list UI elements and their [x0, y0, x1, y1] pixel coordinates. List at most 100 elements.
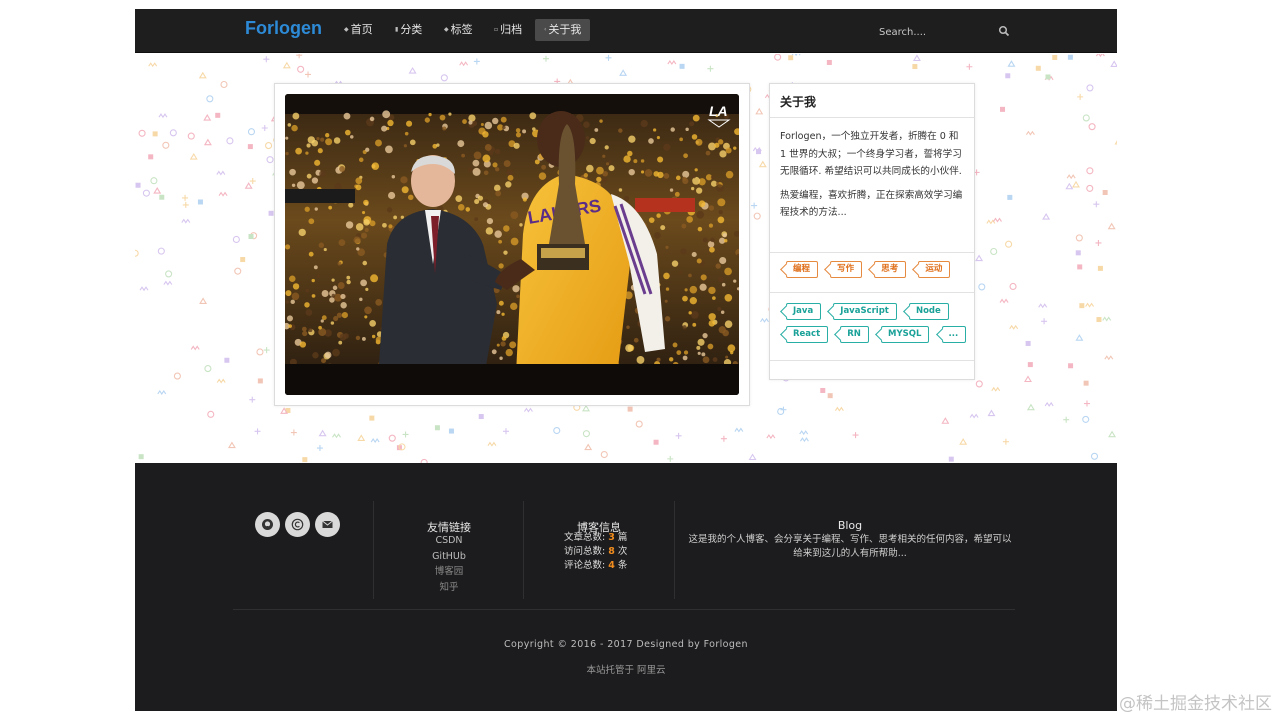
tag-skill[interactable]: MYSQL [881, 326, 930, 343]
footer: 友情链接 CSDN GitHUb 博客园 知乎 博客信息 文章总数: 3 篇 访问总… [135, 463, 1117, 711]
crowd-dot [707, 343, 714, 350]
confetti-shape [263, 347, 270, 354]
tag-interest[interactable]: 写作 [830, 261, 863, 278]
crowd-dot [338, 340, 343, 345]
confetti-shape [448, 428, 454, 434]
crowd-dot [532, 127, 536, 131]
crowd-dot [679, 270, 683, 275]
crowd-dot [733, 146, 737, 150]
confetti-shape [227, 441, 236, 449]
crowd-dot [674, 191, 680, 197]
confetti-shape [948, 456, 954, 462]
confetti-shape [582, 404, 591, 412]
crowd-dot [692, 174, 696, 179]
tag-interest[interactable]: 运动 [918, 261, 951, 278]
confetti-shape [941, 417, 950, 424]
crowd-dot [626, 325, 630, 329]
confetti-shape [199, 297, 208, 304]
confetti-shape [266, 156, 274, 164]
nav-home[interactable]: ◆ 首页 [335, 19, 382, 41]
nav-categories[interactable]: ▮ 分类 [386, 19, 431, 41]
crowd-dot [339, 333, 347, 341]
crowd-dot [640, 159, 645, 163]
search-input[interactable] [870, 21, 990, 44]
crowd-dot [316, 137, 320, 141]
tag-skill[interactable]: Node [908, 303, 949, 320]
mail-button[interactable] [315, 512, 340, 537]
nav-about[interactable]: ‹ 关于我 [535, 19, 591, 41]
crowd-dot [330, 321, 335, 325]
confetti-shape [912, 54, 921, 62]
crowd-dot [289, 275, 296, 283]
confetti-shape [1025, 130, 1035, 136]
crowd-dot [292, 283, 300, 290]
crowd-dot [320, 319, 324, 323]
link-cnblogs[interactable]: 博客园 [409, 564, 489, 580]
brand-logo[interactable]: Forlogen [245, 18, 322, 39]
tag-interest[interactable]: 思考 [874, 261, 907, 278]
crowd-dot [691, 186, 695, 191]
tag-interest[interactable]: 编程 [786, 261, 819, 278]
skill-tags: Java JavaScript Node React RN MYSQL ... [770, 293, 974, 361]
confetti-shape [232, 235, 240, 244]
confetti-shape [834, 406, 844, 412]
crowd-dot [332, 285, 338, 291]
crowd-dot [323, 247, 327, 252]
confetti-shape [993, 217, 1002, 223]
crowd-dot [498, 263, 504, 269]
nav-tags[interactable]: ◆ 标签 [435, 19, 482, 41]
crowd-dot [482, 202, 489, 208]
crowd-dot [346, 279, 351, 285]
link-zhihu[interactable]: 知乎 [409, 580, 489, 596]
crowd-dot [669, 188, 674, 192]
tag-skill[interactable]: ... [941, 326, 967, 343]
crowd-dot [484, 144, 492, 151]
confetti-shape [1041, 318, 1048, 325]
confetti-shape [153, 186, 162, 194]
crowd-dot [516, 294, 520, 299]
crowd-dot [302, 330, 308, 337]
confetti-shape [1107, 222, 1116, 230]
crowd-dot [370, 274, 379, 283]
link-github[interactable]: GitHUb [409, 549, 489, 565]
copyright-button[interactable] [285, 512, 310, 537]
tag-skill[interactable]: Java [786, 303, 822, 320]
crowd-dot [623, 195, 630, 202]
crowd-dot [375, 299, 383, 306]
crowd-dot [708, 313, 716, 321]
tag-skill[interactable]: JavaScript [833, 303, 897, 320]
search-icon[interactable] [998, 25, 1010, 37]
crowd-dot [409, 139, 416, 146]
crowd-dot [699, 283, 707, 291]
crowd-dot [486, 217, 494, 225]
blog-description: 这是我的个人博客、会分享关于编程、写作、思考相关的任何内容，希望可以给来到这儿的… [688, 534, 1012, 559]
confetti-shape [478, 414, 484, 420]
nav-home-label: 首页 [350, 23, 373, 36]
confetti-shape [138, 129, 146, 137]
link-csdn[interactable]: CSDN [409, 533, 489, 549]
crowd-dot [721, 282, 726, 287]
crowd-dot [682, 295, 688, 302]
confetti-shape [249, 178, 256, 185]
crowd-dot [401, 186, 409, 194]
folder-icon: ▮ [395, 26, 399, 33]
aliyun-link[interactable]: 阿里云 [637, 665, 666, 676]
watermark: @稀土掘金技术社区 [1119, 694, 1272, 714]
nav-archive[interactable]: ▫ 归档 [485, 19, 531, 41]
crowd-dot [656, 136, 660, 140]
top-navbar: Forlogen ◆ 首页 ▮ 分类 ◆ 标签 ▫ 归档 ‹ 关于我 [135, 9, 1117, 53]
crowd-dot [696, 345, 701, 350]
crowd-dot [387, 119, 394, 127]
confetti-shape [318, 429, 327, 437]
confetti-shape [198, 71, 207, 79]
confetti-shape [758, 160, 767, 168]
confetti-shape [268, 210, 274, 216]
confetti-shape [582, 430, 590, 438]
crowd-dot [332, 348, 340, 357]
confetti-shape [256, 348, 264, 356]
github-button[interactable] [255, 512, 280, 537]
tag-skill[interactable]: RN [840, 326, 869, 343]
tag-skill[interactable]: React [786, 326, 829, 343]
confetti-shape [1102, 316, 1112, 322]
crowd-dot [640, 170, 645, 174]
